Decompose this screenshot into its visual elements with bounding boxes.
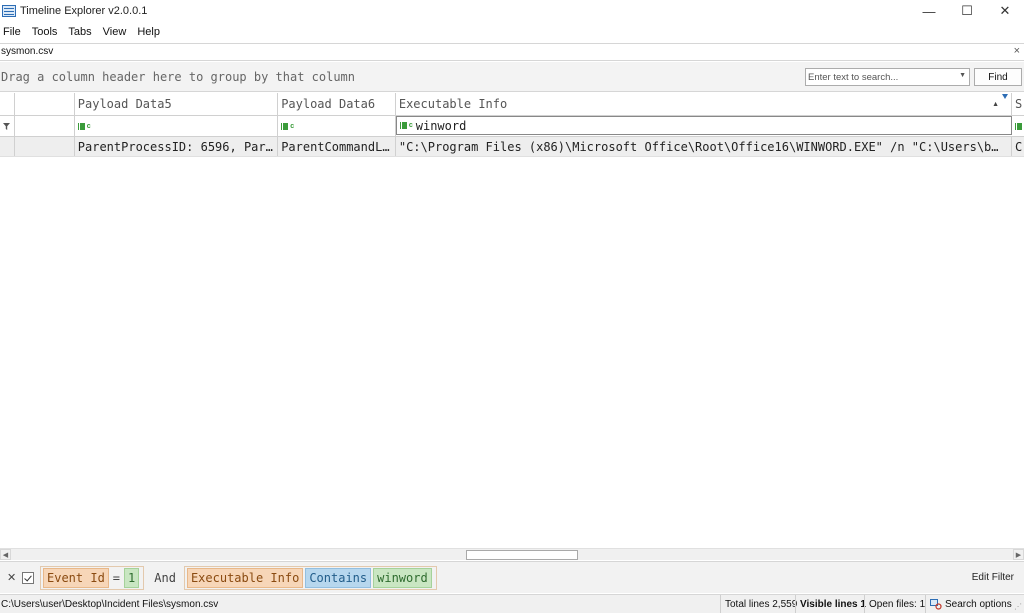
tab-sysmon-csv[interactable]: sysmon.csv xyxy=(1,46,53,57)
data-grid: Payload Data5 Payload Data6 Executable I… xyxy=(0,93,1024,548)
menu-view[interactable]: View xyxy=(100,26,133,38)
column-filter-active-icon[interactable] xyxy=(1002,94,1009,99)
scroll-left-icon[interactable]: ◀ xyxy=(0,549,11,560)
scroll-right-icon[interactable]: ▶ xyxy=(1013,549,1024,560)
menu-file[interactable]: File xyxy=(0,26,27,38)
filter-cell-executable-info[interactable]: c winword xyxy=(395,116,1013,135)
menu-help[interactable]: Help xyxy=(134,26,166,38)
status-total-lines: Total lines 2,559 xyxy=(720,595,801,613)
filter-clause-event-id[interactable]: Event Id = 1 xyxy=(40,566,145,590)
minimize-button[interactable]: — xyxy=(910,0,948,22)
find-button[interactable]: Find xyxy=(974,68,1022,86)
cell-text: ParentCommandL… xyxy=(281,139,390,154)
row-indicator[interactable] xyxy=(0,137,15,156)
column-header-blank[interactable] xyxy=(15,93,75,115)
status-visible-lines: Visible lines 1 xyxy=(795,595,870,613)
tab-close-icon[interactable]: × xyxy=(1014,45,1020,57)
search-options-button[interactable]: Search options xyxy=(925,595,1016,613)
timeline-explorer-app-icon xyxy=(2,5,16,17)
filter-value-token[interactable]: winword xyxy=(373,568,432,588)
edit-filter-link[interactable]: Edit Filter xyxy=(972,572,1014,583)
cell-text: ParentProcessID: 6596, Par… xyxy=(77,139,273,154)
search-input[interactable] xyxy=(806,69,956,85)
scrollbar-thumb[interactable] xyxy=(466,550,578,560)
table-row[interactable]: ParentProcessID: 6596, Par… ParentComman… xyxy=(0,137,1024,157)
cell-text: C xyxy=(1015,139,1023,154)
search-options-label: Search options xyxy=(945,599,1012,610)
column-header-payload-data5[interactable]: Payload Data5 xyxy=(75,93,279,115)
status-open-files: Open files: 1 xyxy=(864,595,929,613)
filter-operator-token[interactable]: = xyxy=(110,568,123,588)
file-tab-bar: sysmon.csv × xyxy=(0,43,1024,61)
menu-tabs[interactable]: Tabs xyxy=(65,26,97,38)
filter-cell-blank[interactable] xyxy=(15,116,75,136)
window-controls: — ☐ ✕ xyxy=(910,0,1024,22)
search-box[interactable]: ▼ xyxy=(805,68,970,86)
auto-filter-row: c c c winword xyxy=(0,116,1024,137)
close-window-button[interactable]: ✕ xyxy=(986,0,1024,22)
status-bar: C:\Users\user\Desktop\Incident Files\sys… xyxy=(0,594,1024,613)
group-by-hint: Drag a column header here to group by th… xyxy=(1,70,356,84)
column-header-label: S xyxy=(1015,97,1023,111)
menu-tools[interactable]: Tools xyxy=(29,26,64,38)
table-cell-payload-data5[interactable]: ParentProcessID: 6596, Par… xyxy=(75,137,279,156)
filter-field-token[interactable]: Executable Info xyxy=(186,568,304,588)
column-header-executable-info[interactable]: Executable Info ▲ xyxy=(396,93,1013,115)
filter-expression[interactable]: Event Id = 1 And Executable Info Contain… xyxy=(40,566,441,590)
filter-field-token[interactable]: Event Id xyxy=(43,568,109,588)
column-header-label: Payload Data5 xyxy=(77,97,172,111)
filter-cell-payload-data6[interactable]: c xyxy=(278,116,396,136)
table-cell-payload-data6[interactable]: ParentCommandL… xyxy=(278,137,396,156)
filter-row-indicator xyxy=(0,116,15,136)
filter-panel: ✕ Event Id = 1 And Executable Info Conta… xyxy=(0,561,1024,593)
enable-filter-checkbox[interactable] xyxy=(22,572,34,584)
row-indicator-header xyxy=(0,93,15,115)
filter-operator-token[interactable]: Contains xyxy=(305,568,372,588)
sort-ascending-icon: ▲ xyxy=(992,101,1000,108)
filter-condition-icon[interactable]: c xyxy=(77,122,91,130)
menu-bar: File Tools Tabs View Help xyxy=(0,22,1024,42)
column-header-row: Payload Data5 Payload Data6 Executable I… xyxy=(0,93,1024,116)
column-header-label: Payload Data6 xyxy=(281,97,376,111)
filter-condition-icon[interactable]: c xyxy=(399,122,413,129)
column-header-next[interactable]: S xyxy=(1012,93,1024,115)
filter-clause-executable-info[interactable]: Executable Info Contains winword xyxy=(183,566,437,590)
filter-cell-next[interactable] xyxy=(1012,116,1024,136)
filter-joiner-token[interactable]: And xyxy=(148,568,182,588)
chevron-down-icon[interactable]: ▼ xyxy=(959,72,966,79)
resize-grip-icon[interactable]: ⋰ xyxy=(1014,602,1022,611)
funnel-icon xyxy=(3,122,10,130)
filter-cell-payload-data5[interactable]: c xyxy=(75,116,279,136)
column-header-label: Executable Info xyxy=(398,97,508,111)
table-cell-executable-info[interactable]: "C:\Program Files (x86)\Microsoft Office… xyxy=(396,137,1013,156)
horizontal-scrollbar[interactable]: ◀ ▶ xyxy=(0,548,1024,560)
window-title: Timeline Explorer v2.0.0.1 xyxy=(20,5,148,17)
filter-condition-icon[interactable] xyxy=(1015,122,1023,130)
column-header-payload-data6[interactable]: Payload Data6 xyxy=(278,93,396,115)
status-file-path: C:\Users\user\Desktop\Incident Files\sys… xyxy=(1,599,219,610)
clear-filter-icon[interactable]: ✕ xyxy=(7,571,16,584)
title-bar: Timeline Explorer v2.0.0.1 — ☐ ✕ xyxy=(0,0,1024,22)
cell-text: "C:\Program Files (x86)\Microsoft Office… xyxy=(398,139,999,154)
filter-value-token[interactable]: 1 xyxy=(124,568,140,588)
filter-condition-icon[interactable]: c xyxy=(281,122,294,130)
maximize-button[interactable]: ☐ xyxy=(948,0,986,22)
search-options-icon xyxy=(930,599,942,610)
filter-value[interactable]: winword xyxy=(413,119,467,133)
group-by-panel[interactable]: Drag a column header here to group by th… xyxy=(0,62,1024,92)
table-cell-next[interactable]: C xyxy=(1012,137,1024,156)
table-cell-blank[interactable] xyxy=(15,137,75,156)
